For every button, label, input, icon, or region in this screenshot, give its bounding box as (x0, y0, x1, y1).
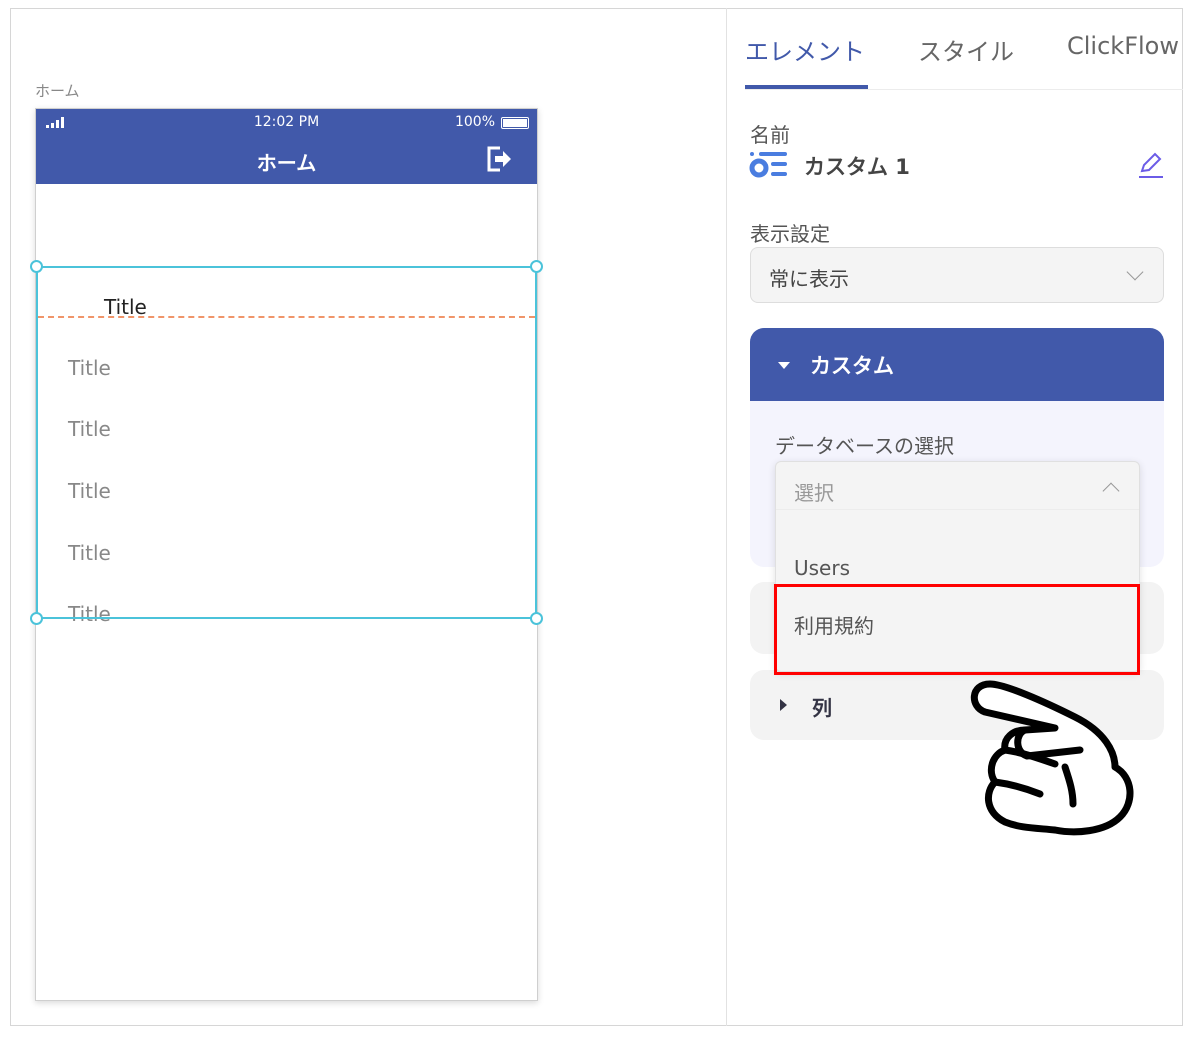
database-label: データベースの選択 (775, 434, 954, 458)
logout-icon[interactable] (485, 145, 513, 173)
app-bar: 12:02 PM 100% ホーム (36, 109, 537, 184)
resize-handle[interactable] (530, 612, 543, 625)
caret-right-icon (780, 699, 787, 711)
resize-handle[interactable] (530, 260, 543, 273)
custom-section-header[interactable]: カスタム (750, 328, 1164, 401)
tab-clickflow[interactable]: ClickFlow (1067, 32, 1179, 60)
section-title: カスタム (810, 354, 894, 378)
visibility-value: 常に表示 (769, 267, 849, 291)
battery-icon (501, 117, 529, 129)
tabbar-divider (745, 89, 1183, 90)
battery-text: 100% (454, 114, 495, 130)
app-title: ホーム (256, 151, 317, 175)
panel-divider (726, 8, 727, 1026)
screen-label: ホーム (35, 82, 80, 100)
chevron-up-icon (1102, 482, 1120, 500)
columns-title: 列 (812, 696, 832, 720)
chevron-down-icon (1126, 263, 1144, 281)
selection-box[interactable] (30, 260, 543, 625)
visibility-label: 表示設定 (750, 222, 830, 246)
component-name: カスタム 1 (804, 155, 910, 179)
resize-handle[interactable] (30, 612, 43, 625)
tab-style[interactable]: スタイル (918, 32, 1014, 67)
database-placeholder: 選択 (794, 481, 834, 505)
edit-pencil-icon[interactable] (1137, 151, 1165, 179)
name-label: 名前 (750, 123, 790, 147)
dropdown-option-users[interactable]: Users (794, 556, 850, 580)
highlight-box (774, 584, 1140, 675)
database-select-trigger[interactable]: 選択 (776, 462, 1139, 510)
visibility-select[interactable]: 常に表示 (750, 247, 1164, 303)
pointing-hand-icon (970, 680, 1134, 836)
caret-down-icon (778, 362, 790, 369)
custom-component-icon (749, 152, 787, 178)
tab-element[interactable]: エレメント (745, 32, 865, 67)
resize-handle[interactable] (30, 260, 43, 273)
